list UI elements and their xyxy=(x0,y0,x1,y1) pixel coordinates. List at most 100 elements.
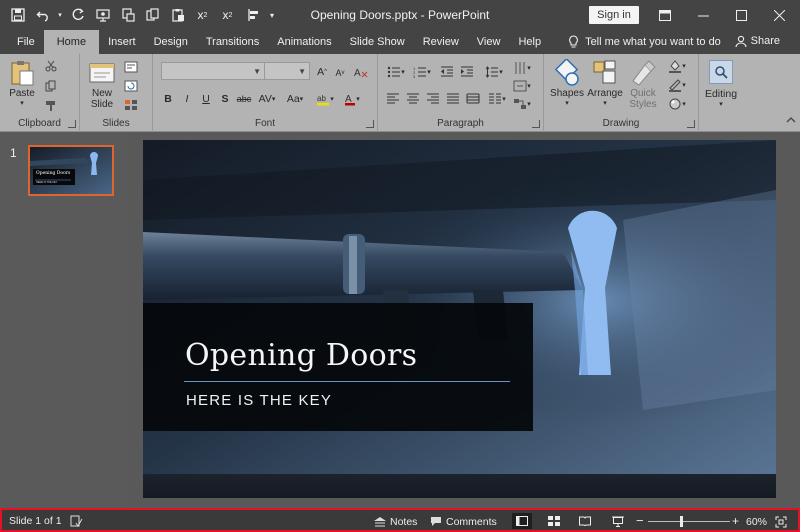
bold-button[interactable]: B xyxy=(161,91,175,107)
underline-button[interactable]: U xyxy=(199,91,213,107)
copy-icon-ribbon[interactable] xyxy=(42,78,60,94)
share-button[interactable]: Share xyxy=(735,35,780,47)
tab-design[interactable]: Design xyxy=(145,30,197,54)
text-direction-icon[interactable]: ▾ xyxy=(510,60,534,76)
align-left-icon[interactable] xyxy=(384,91,402,107)
slide-sorter-button[interactable] xyxy=(544,513,564,529)
clipboard-launcher-icon[interactable] xyxy=(68,120,76,128)
tab-home[interactable]: Home xyxy=(43,30,100,54)
font-family-combo[interactable]: ▼ xyxy=(161,62,265,80)
slide-title[interactable]: Opening Doors xyxy=(185,338,417,373)
maximize-icon[interactable] xyxy=(722,0,760,30)
align-right-icon[interactable] xyxy=(424,91,442,107)
sign-in-button[interactable]: Sign in xyxy=(589,6,639,24)
tab-review[interactable]: Review xyxy=(414,30,468,54)
slide-subtitle[interactable]: HERE IS THE KEY xyxy=(186,392,332,409)
shrink-font-icon[interactable]: Av xyxy=(333,65,347,81)
tab-insert[interactable]: Insert xyxy=(99,30,145,54)
paste-button[interactable]: Paste ▾ xyxy=(6,58,38,107)
shape-fill-icon[interactable]: ▾ xyxy=(664,58,690,74)
shape-outline-icon[interactable]: ▾ xyxy=(664,77,690,93)
tab-slide-show[interactable]: Slide Show xyxy=(341,30,414,54)
minimize-icon[interactable] xyxy=(684,0,722,30)
tab-help[interactable]: Help xyxy=(509,30,550,54)
layout-icon[interactable] xyxy=(122,59,140,75)
subscript-icon[interactable]: x2 xyxy=(216,3,239,27)
paragraph-launcher-icon[interactable] xyxy=(532,120,540,128)
cut-icon[interactable] xyxy=(42,58,60,74)
slide-show-button[interactable] xyxy=(608,513,628,529)
ribbon-display-options-icon[interactable] xyxy=(646,0,684,30)
zoom-out-button[interactable]: − xyxy=(636,513,644,528)
tab-animations[interactable]: Animations xyxy=(268,30,340,54)
align-text-icon[interactable]: ▾ xyxy=(510,78,534,94)
bullets-icon[interactable]: ▾ xyxy=(384,64,408,80)
highlight-button[interactable]: ab ▾ xyxy=(314,91,336,107)
smartart-icon[interactable]: ▾ xyxy=(510,96,534,112)
spell-check-icon[interactable] xyxy=(70,514,83,529)
zoom-slider-thumb[interactable] xyxy=(679,516,683,527)
columns-icon[interactable]: ▾ xyxy=(486,91,508,107)
undo-icon[interactable] xyxy=(31,3,54,27)
font-launcher-icon[interactable] xyxy=(366,120,374,128)
section-icon[interactable] xyxy=(122,97,140,113)
drawing-label: Drawing xyxy=(602,118,640,129)
format-painter-icon[interactable] xyxy=(116,3,139,27)
line-spacing-icon[interactable]: ▾ xyxy=(482,64,506,80)
superscript-icon[interactable]: x2 xyxy=(191,3,214,27)
close-icon[interactable] xyxy=(760,0,798,30)
start-from-beginning-icon[interactable] xyxy=(91,3,114,27)
normal-view-button[interactable] xyxy=(512,513,532,529)
strikethrough-button[interactable]: abc xyxy=(235,91,253,107)
reading-view-button[interactable] xyxy=(575,513,595,529)
arrange-button[interactable]: Arrange ▾ xyxy=(586,58,624,107)
slide-thumbnail[interactable]: Opening Doors HERE IS THE KEY xyxy=(28,145,114,196)
zoom-in-button[interactable]: + xyxy=(732,513,739,528)
editing-group: Editing ▾ xyxy=(699,54,745,132)
tell-me-box[interactable]: Tell me what you want to do xyxy=(550,30,721,54)
align-center-icon[interactable] xyxy=(404,91,422,107)
italic-button[interactable]: I xyxy=(180,91,194,107)
comments-button[interactable]: Comments xyxy=(430,514,497,529)
chevron-down-icon: ▼ xyxy=(298,67,306,76)
paste-dropdown-icon: ▾ xyxy=(20,100,24,107)
reading-view-icon xyxy=(579,516,591,526)
reset-icon[interactable] xyxy=(122,78,140,94)
numbering-icon[interactable]: 1 2 3 ▾ xyxy=(410,64,434,80)
shapes-button[interactable]: Shapes ▾ xyxy=(550,58,584,107)
save-icon[interactable] xyxy=(6,3,29,27)
tab-view[interactable]: View xyxy=(468,30,510,54)
clear-formatting-icon[interactable]: A xyxy=(353,64,369,80)
fit-slide-button[interactable] xyxy=(775,514,787,529)
notes-button[interactable]: Notes xyxy=(374,514,417,529)
quick-styles-button[interactable]: Quick Styles xyxy=(626,58,660,110)
zoom-slider[interactable] xyxy=(648,521,730,522)
zoom-level[interactable]: 60% xyxy=(746,514,767,529)
decrease-indent-icon[interactable] xyxy=(438,64,456,80)
paste-icon[interactable] xyxy=(166,3,189,27)
undo-dropdown-icon[interactable]: ▾ xyxy=(56,3,64,27)
tab-file[interactable]: File xyxy=(8,30,44,54)
drawing-launcher-icon[interactable] xyxy=(687,120,695,128)
font-size-combo[interactable]: ▼ xyxy=(264,62,310,80)
shadow-text-button[interactable]: S xyxy=(218,91,232,107)
slide-indicator[interactable]: Slide 1 of 1 xyxy=(9,515,62,527)
align-objects-icon[interactable] xyxy=(241,3,264,27)
shape-effects-icon[interactable]: ▾ xyxy=(664,96,690,112)
collapse-ribbon-icon[interactable] xyxy=(782,112,800,128)
character-spacing-button[interactable]: AV ▾ xyxy=(255,91,279,107)
editing-button[interactable]: Editing ▾ xyxy=(701,58,741,108)
redo-icon[interactable] xyxy=(66,3,89,27)
justify-icon[interactable] xyxy=(444,91,462,107)
tab-transitions[interactable]: Transitions xyxy=(197,30,268,54)
character-spacing-glyph: AV xyxy=(258,93,272,105)
grow-font-icon[interactable]: A ^ xyxy=(315,64,329,80)
customize-toolbar-icon[interactable]: ▾ xyxy=(266,3,278,27)
change-case-button[interactable]: Aa ▾ xyxy=(283,91,307,107)
distributed-icon[interactable] xyxy=(464,91,482,107)
copy-icon[interactable] xyxy=(141,3,164,27)
font-color-button[interactable]: A ▾ xyxy=(341,91,363,107)
format-painter-icon-ribbon[interactable] xyxy=(42,98,60,114)
new-slide-button[interactable]: New Slide xyxy=(86,58,118,110)
increase-indent-icon[interactable] xyxy=(458,64,476,80)
